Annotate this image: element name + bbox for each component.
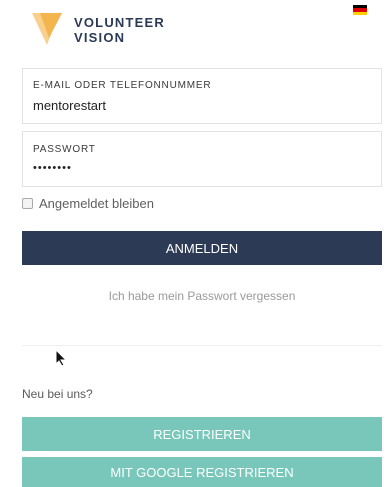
remember-me-label: Angemeldet bleiben — [39, 196, 154, 211]
password-field[interactable]: PASSWORT •••••••• — [22, 131, 382, 187]
divider — [22, 345, 382, 346]
remember-me-row[interactable]: Angemeldet bleiben — [22, 196, 154, 211]
mouse-cursor-icon — [55, 349, 67, 367]
identifier-input[interactable]: mentorestart — [33, 98, 106, 113]
new-user-prompt: Neu bei uns? — [22, 387, 93, 401]
logo-text-line1: VOLUNTEER — [74, 15, 165, 30]
identifier-field[interactable]: E-MAIL ODER TELEFONNUMMER mentorestart — [22, 68, 382, 124]
password-input[interactable]: •••••••• — [33, 162, 72, 174]
password-label: PASSWORT — [33, 144, 96, 155]
logo-text-line2: VISION — [74, 30, 126, 45]
language-flag-icon[interactable] — [353, 5, 367, 15]
register-button[interactable]: REGISTRIEREN — [22, 417, 382, 451]
identifier-label: E-MAIL ODER TELEFONNUMMER — [33, 80, 212, 91]
login-button-label: ANMELDEN — [165, 240, 239, 256]
google-register-button[interactable]: MIT GOOGLE REGISTRIEREN — [22, 457, 382, 487]
remember-me-checkbox[interactable] — [22, 198, 33, 209]
forgot-password-link[interactable]: Ich habe mein Passwort vergessen — [22, 289, 382, 303]
login-button[interactable]: ANMELDEN — [22, 231, 382, 265]
register-button-label: REGISTRIEREN — [153, 426, 251, 442]
google-register-button-label: MIT GOOGLE REGISTRIEREN — [110, 464, 294, 480]
